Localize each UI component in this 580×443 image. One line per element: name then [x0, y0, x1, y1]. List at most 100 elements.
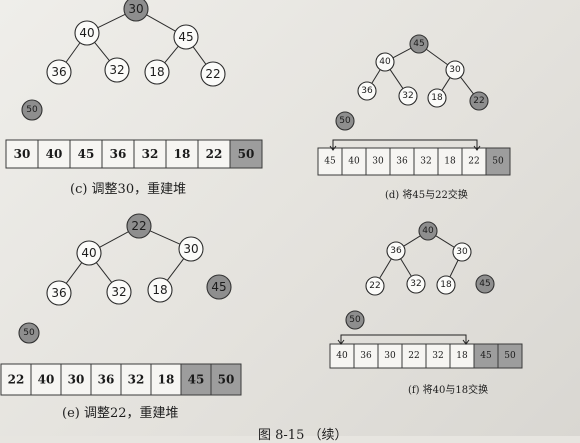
panel_d-tree-node-4: 32: [398, 86, 418, 106]
panel_d-array-cell-2: 30: [365, 147, 391, 176]
svg-text:30: 30: [449, 65, 461, 75]
panel_e-array-cell-6: 45: [180, 363, 212, 396]
panel_d-array-cell-3: 36: [389, 147, 415, 176]
svg-text:45: 45: [78, 147, 95, 161]
panel_c-tree-node-3: 36: [46, 59, 72, 85]
svg-text:40: 40: [348, 157, 360, 167]
svg-text:45: 45: [480, 351, 492, 361]
svg-text:18: 18: [456, 351, 468, 361]
svg-text:30: 30: [384, 351, 396, 361]
svg-text:18: 18: [440, 280, 452, 290]
svg-text:45: 45: [413, 39, 424, 49]
svg-text:18: 18: [152, 283, 167, 297]
svg-text:40: 40: [422, 226, 434, 236]
panel_f-array-cell-4: 32: [425, 343, 451, 369]
svg-text:45: 45: [324, 157, 336, 167]
svg-text:22: 22: [468, 157, 479, 167]
svg-text:50: 50: [339, 116, 351, 126]
panel_e-array-cell-3: 36: [90, 363, 122, 396]
svg-text:22: 22: [473, 96, 484, 106]
panel_f-tree-node-1: 36: [386, 241, 406, 261]
tree-edge: [441, 77, 451, 91]
svg-text:40: 40: [336, 351, 348, 361]
svg-text:40: 40: [38, 373, 55, 387]
caption-e: (e) 调整22，重建堆: [62, 406, 179, 421]
panel_e-tree-node-2: 30: [178, 236, 204, 262]
tree-edge: [65, 42, 81, 63]
panel_f-array: 40 36 30 22 32 18 45 50: [329, 343, 523, 369]
panel_c-array-cell-1: 40: [37, 139, 71, 169]
tree-edge: [149, 230, 181, 245]
svg-text:36: 36: [98, 373, 115, 387]
tree-edge: [400, 258, 412, 277]
tree-edge: [392, 47, 412, 59]
tree-edge: [166, 258, 185, 281]
svg-text:32: 32: [402, 91, 413, 101]
svg-text:22: 22: [369, 281, 380, 291]
panel_d-array-cell-5: 18: [437, 147, 463, 176]
panel_d-tree-node-1: 40: [375, 52, 395, 72]
tree-edge: [426, 48, 448, 66]
svg-text:50: 50: [349, 315, 361, 325]
svg-text:30: 30: [128, 2, 143, 16]
panel_c-removed-node: 50: [21, 99, 43, 121]
panel_d-tree-node-0: 45: [409, 34, 429, 54]
panel_d-removed-node: 50: [335, 111, 355, 131]
svg-text:30: 30: [456, 247, 468, 257]
svg-text:22: 22: [408, 351, 419, 361]
svg-text:32: 32: [142, 147, 159, 161]
tree-edge: [379, 258, 392, 279]
panel_f-tree-node-3: 22: [365, 276, 385, 296]
panel_e-tree-node-1: 40: [76, 240, 102, 266]
panel_f-array-cell-6: 45: [473, 343, 499, 369]
panel_f-tree-node-0: 40: [418, 221, 438, 241]
panel_d-tree-node-6: 22: [469, 91, 489, 111]
svg-text:45: 45: [178, 30, 193, 44]
svg-text:32: 32: [432, 351, 443, 361]
svg-text:36: 36: [361, 86, 373, 96]
svg-text:50: 50: [218, 373, 235, 387]
panel_e-loose-node: 45: [206, 274, 232, 300]
panel_e-tree-node-3: 36: [46, 280, 72, 306]
svg-text:50: 50: [504, 351, 516, 361]
svg-text:32: 32: [410, 279, 421, 289]
panel_e-tree-node-0: 22: [126, 213, 152, 239]
tree-edge: [94, 42, 110, 61]
panel_e-array-cell-4: 32: [120, 363, 152, 396]
panel_e-array-cell-7: 50: [210, 363, 242, 396]
svg-text:50: 50: [492, 157, 504, 167]
svg-text:32: 32: [109, 63, 124, 77]
panel_f-array-cell-1: 36: [353, 343, 379, 369]
panel_c-array-cell-0: 30: [5, 139, 39, 169]
panel_c-tree-node-0: 30: [123, 0, 149, 22]
panel_c-array-cell-5: 18: [165, 139, 199, 169]
svg-text:40: 40: [81, 246, 96, 260]
svg-text:32: 32: [420, 157, 431, 167]
panel_c-tree-node-5: 18: [144, 59, 170, 85]
tree-edge: [146, 14, 176, 32]
svg-text:45: 45: [211, 280, 226, 294]
svg-text:45: 45: [188, 373, 205, 387]
panel_d-array-cell-7: 50: [485, 147, 511, 176]
panel_d-array-cell-6: 22: [461, 147, 487, 176]
svg-text:36: 36: [110, 147, 127, 161]
caption-d: (d) 将45与22交换: [385, 190, 468, 201]
svg-text:50: 50: [26, 105, 38, 115]
panel_f-array-cell-7: 50: [497, 343, 523, 369]
panel_d-tree-node-3: 36: [357, 81, 377, 101]
tree-edge: [389, 69, 404, 89]
svg-text:18: 18: [444, 157, 456, 167]
svg-text:36: 36: [390, 246, 402, 256]
svg-text:40: 40: [79, 26, 94, 40]
panel_f-tree-node-4: 32: [406, 274, 426, 294]
svg-text:36: 36: [51, 65, 66, 79]
panel_d-array-cell-4: 32: [413, 147, 439, 176]
svg-text:22: 22: [131, 219, 146, 233]
svg-text:45: 45: [479, 279, 490, 289]
svg-text:40: 40: [46, 147, 63, 161]
svg-text:22: 22: [206, 147, 223, 161]
svg-text:36: 36: [51, 286, 66, 300]
tree-edge: [65, 262, 83, 284]
tree-edge: [97, 13, 126, 29]
tree-edge: [371, 69, 381, 84]
